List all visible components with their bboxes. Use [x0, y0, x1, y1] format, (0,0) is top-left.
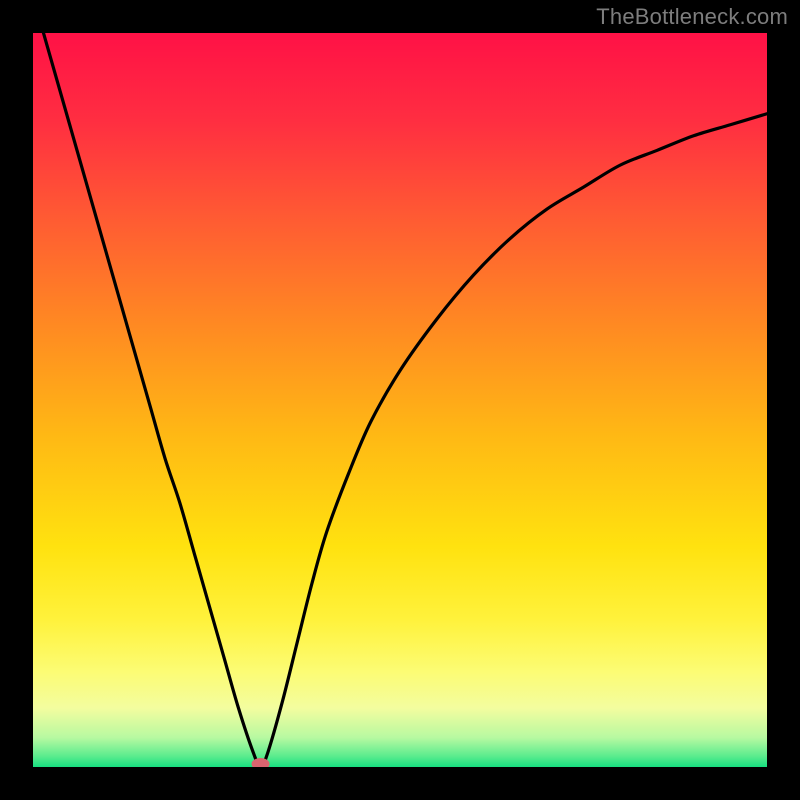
- plot-area: [33, 33, 767, 767]
- watermark-label: TheBottleneck.com: [596, 4, 788, 30]
- chart-frame: TheBottleneck.com: [0, 0, 800, 800]
- bottleneck-curve: [33, 33, 767, 767]
